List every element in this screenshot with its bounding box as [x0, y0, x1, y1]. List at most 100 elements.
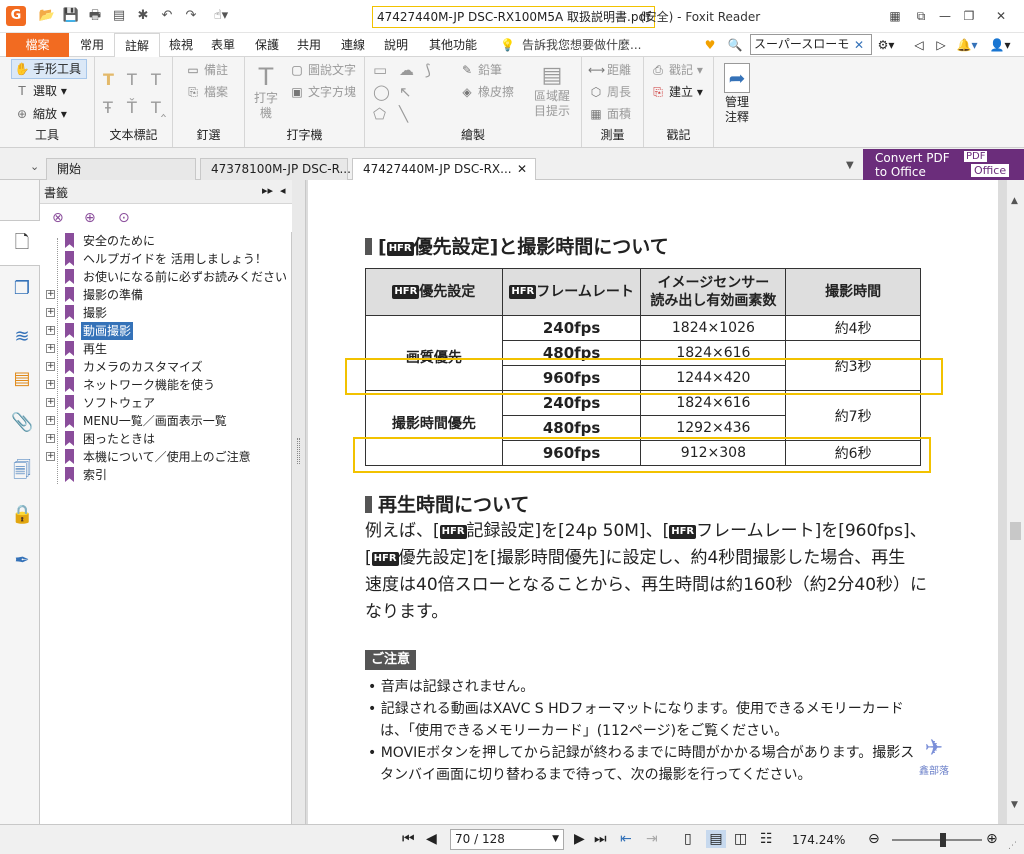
prev-page-icon[interactable]: ◀: [426, 830, 437, 848]
insert-text-icon[interactable]: T‸: [151, 99, 166, 117]
zoom-button[interactable]: ⊕ 縮放 ▾: [14, 105, 67, 123]
layers-icon[interactable]: ≋: [11, 326, 33, 348]
bookmark-item[interactable]: + 本機について／使用上のご注意: [40, 448, 292, 466]
line-icon[interactable]: ╲: [399, 105, 408, 123]
add-bookmark-icon[interactable]: ⊕: [84, 210, 96, 226]
search-folder-icon[interactable]: 🔍: [726, 33, 744, 57]
create-stamp-button[interactable]: ⎘ 建立 ▾: [650, 83, 703, 101]
polyline-icon[interactable]: ⟆: [425, 61, 431, 79]
properties-icon[interactable]: ▤: [110, 8, 128, 24]
scroll-up-icon[interactable]: ▲: [1011, 196, 1018, 206]
tab-file[interactable]: 檔案: [6, 33, 69, 57]
rectangle-icon[interactable]: ▭: [373, 61, 387, 79]
tab-more[interactable]: 其他功能: [422, 33, 484, 57]
attachments-icon[interactable]: 📎: [11, 412, 33, 434]
tab-home[interactable]: 常用: [76, 33, 108, 57]
perimeter-button[interactable]: ⬡ 周長: [588, 83, 631, 101]
squiggly-icon[interactable]: T: [127, 71, 137, 89]
tab-protect[interactable]: 保護: [250, 33, 284, 57]
tab-doc-2[interactable]: 47427440M-JP DSC-RX... ✕: [352, 158, 536, 181]
arrow-icon[interactable]: ↖: [399, 83, 412, 101]
bookmark-item[interactable]: 索引: [40, 466, 292, 484]
bookmark-options-icon[interactable]: ⊙: [118, 210, 130, 226]
tools-icon[interactable]: ✒: [11, 550, 33, 572]
expand-icon[interactable]: +: [46, 380, 55, 389]
scroll-thumb[interactable]: [1010, 522, 1021, 540]
bookmark-page-icon[interactable]: 🗋: [11, 232, 33, 254]
vertical-scrollbar[interactable]: ▲ ▼: [1006, 180, 1024, 824]
select-button[interactable]: T 選取 ▾: [14, 82, 67, 100]
area-button[interactable]: ▦ 面積: [588, 105, 631, 123]
expand-icon[interactable]: +: [46, 308, 55, 317]
notification-bell-icon[interactable]: 🔔▾: [956, 33, 978, 57]
expand-icon[interactable]: +: [46, 434, 55, 443]
ribbon-options-icon[interactable]: ▦: [884, 6, 906, 26]
area-highlight-button[interactable]: ▤ 區域醒目提示: [531, 63, 573, 119]
distance-button[interactable]: ⟷ 距離: [588, 61, 631, 79]
splitter-grip[interactable]: [297, 438, 300, 464]
zoom-in-icon[interactable]: ⊕: [986, 830, 998, 848]
next-view-icon[interactable]: ⇥: [646, 830, 658, 848]
signatures-icon[interactable]: 🗐: [11, 460, 33, 482]
polygon-icon[interactable]: ⬠: [373, 105, 386, 123]
textbox-button[interactable]: ▣ 文字方塊: [289, 83, 356, 101]
expand-icon[interactable]: +: [46, 290, 55, 299]
heart-icon[interactable]: ♥: [702, 33, 718, 57]
strikeout-icon[interactable]: Ŧ: [103, 99, 113, 117]
tab-share[interactable]: 共用: [292, 33, 326, 57]
undo-icon[interactable]: ↶: [158, 8, 176, 24]
close-button[interactable]: ✕: [990, 6, 1012, 26]
callout-button[interactable]: ▢ 圖說文字: [289, 61, 356, 79]
expand-icon[interactable]: +: [46, 326, 55, 335]
page-dropdown-icon[interactable]: ▼: [552, 830, 559, 849]
bookmark-item[interactable]: + ネットワーク機能を使う: [40, 376, 292, 394]
next-result-icon[interactable]: ▷: [934, 33, 948, 57]
zoom-level[interactable]: 174.24%: [792, 831, 845, 849]
replace-text-icon[interactable]: Ť: [127, 99, 137, 117]
facing-page-icon[interactable]: ◫: [734, 830, 747, 848]
restore-layout-icon[interactable]: ⧉: [910, 6, 932, 26]
close-tab-icon[interactable]: ✕: [517, 159, 527, 179]
single-page-icon[interactable]: ▯: [684, 830, 692, 848]
bookmark-item[interactable]: + カメラのカスタマイズ: [40, 358, 292, 376]
cloud-icon[interactable]: ☁: [399, 61, 414, 79]
save-icon[interactable]: 💾: [62, 8, 80, 24]
bookmark-item[interactable]: + MENU一覧／画面表示一覧: [40, 412, 292, 430]
typewriter-button[interactable]: T 打字機: [251, 63, 281, 121]
expand-icon[interactable]: +: [46, 344, 55, 353]
tab-doc-1[interactable]: 47378100M-JP DSC-R...: [200, 158, 351, 180]
oval-icon[interactable]: ◯: [373, 83, 390, 101]
collapse-panel-icon[interactable]: ◂: [280, 184, 286, 197]
continuous-facing-icon[interactable]: ☷: [760, 830, 773, 848]
zoom-slider[interactable]: [892, 839, 982, 841]
new-icon[interactable]: ✱: [134, 8, 152, 24]
redo-icon[interactable]: ↷: [182, 8, 200, 24]
user-avatar-icon[interactable]: 👤▾: [988, 33, 1012, 57]
settings-icon[interactable]: ⚙▾: [874, 33, 898, 57]
tab-view[interactable]: 檢視: [164, 33, 198, 57]
page-number-input[interactable]: 70 / 128 ▼: [450, 829, 564, 850]
delete-bookmark-icon[interactable]: ⊗: [52, 210, 64, 226]
highlight-icon[interactable]: T: [103, 71, 114, 89]
tab-form[interactable]: 表單: [206, 33, 240, 57]
tab-help[interactable]: 說明: [379, 33, 413, 57]
hand-tool-button[interactable]: ✋ 手形工具: [11, 59, 87, 79]
prev-result-icon[interactable]: ◁: [912, 33, 926, 57]
convert-pdf-banner[interactable]: Convert PDF to Office PDF Office: [863, 149, 1024, 180]
zoom-slider-knob[interactable]: [940, 833, 946, 847]
bookmark-item[interactable]: + ソフトウェア: [40, 394, 292, 412]
print-icon[interactable]: 🖶: [86, 8, 104, 24]
panel-splitter[interactable]: [292, 180, 306, 824]
resize-grip-icon[interactable]: ⋰: [1008, 837, 1017, 854]
first-page-icon[interactable]: ⏮: [402, 830, 415, 848]
tab-start[interactable]: 開始: [46, 158, 196, 180]
expand-icon[interactable]: +: [46, 416, 55, 425]
open-icon[interactable]: 📂: [38, 8, 56, 24]
tab-comment[interactable]: 註解: [114, 33, 160, 58]
bookmark-item[interactable]: + 再生: [40, 340, 292, 358]
thumbnails-icon[interactable]: ❐: [11, 278, 33, 300]
pencil-button[interactable]: ✎ 鉛筆: [459, 61, 502, 79]
hand-dropdown-icon[interactable]: ☝▾: [206, 8, 236, 24]
bookmark-item[interactable]: + 撮影: [40, 304, 292, 322]
tell-me-input[interactable]: 告訴我您想要做什麼...: [522, 33, 641, 57]
